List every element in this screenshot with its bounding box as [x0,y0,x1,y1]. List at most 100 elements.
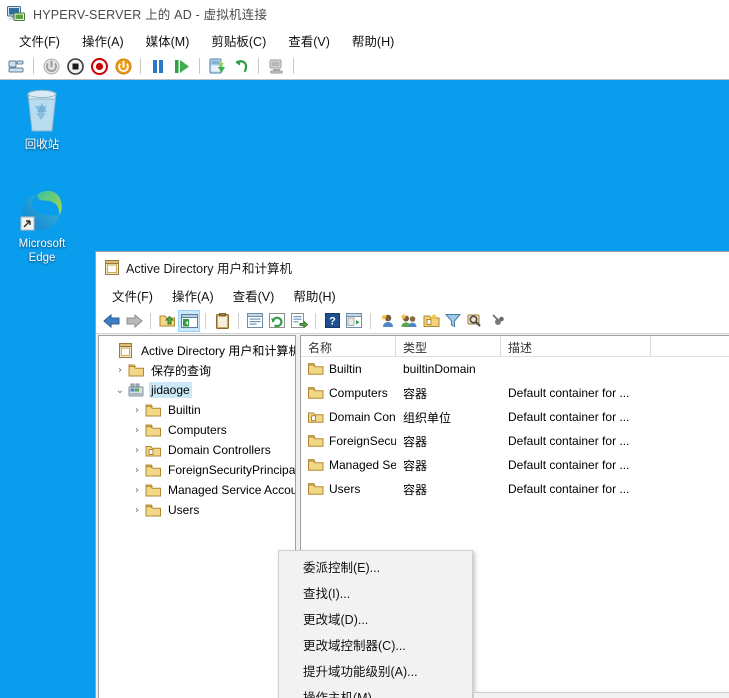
mmc-menu-help[interactable]: 帮助(H) [285,284,343,307]
column-header-name[interactable]: 名称 [301,336,396,356]
tree-expander[interactable]: › [129,405,145,416]
tree-expander[interactable]: › [129,505,145,516]
pause-icon[interactable] [146,55,170,78]
tree-item-saved-queries[interactable]: › 保存的查询 [102,360,295,380]
tree-expander[interactable]: ⌄ [112,385,128,396]
show-console-tree-icon[interactable] [343,310,365,332]
cell-type: 容器 [403,434,428,449]
table-row[interactable]: Domain Controllers 组织单位 Default containe… [301,405,729,429]
table-row[interactable]: Computers 容器 Default container for ... [301,381,729,405]
mmc-menu-file[interactable]: 文件(F) [104,284,161,307]
cell-type: 组织单位 [403,410,452,425]
cell-name: Domain Controllers [329,410,396,424]
desktop-icon-recycle-bin[interactable]: 回收站 [0,86,84,152]
folder-icon [145,403,162,418]
table-row[interactable]: Managed Service Accounts 容器 Default cont… [301,453,729,477]
ctx-delegate-control[interactable]: 委派控制(E)... [279,553,472,579]
export-list-icon[interactable] [288,310,310,332]
vm-menu-view[interactable]: 查看(V) [279,29,339,52]
tree-item-builtin[interactable]: › Builtin [102,400,295,420]
tree-item-computers[interactable]: › Computers [102,420,295,440]
mmc-menu-action[interactable]: 操作(A) [164,284,222,307]
cell-description: Default container for ... [508,410,630,424]
desktop-icon-microsoft-edge[interactable]: Microsoft Edge [0,185,84,265]
up-one-level-icon[interactable] [156,310,178,332]
column-header-description[interactable]: 描述 [501,336,651,356]
ctx-operations-masters[interactable]: 操作主机(M)... [279,683,472,698]
resume-icon[interactable] [170,55,194,78]
tree-item-label: Users [168,503,200,517]
tree-expander[interactable]: › [129,485,145,496]
tree-item-foreignsecurityprincipals[interactable]: › ForeignSecurityPrincipals [102,460,295,480]
tree-expander[interactable]: › [129,465,145,476]
ctx-change-domain[interactable]: 更改域(D)... [279,605,472,631]
turn-off-icon[interactable] [63,55,87,78]
properties-icon[interactable] [211,310,233,332]
tree-expander[interactable]: › [129,445,145,456]
cell-name: ForeignSecurityPrincipals [329,434,396,448]
vm-menu-file[interactable]: 文件(F) [10,29,69,52]
ctx-change-domain-controller[interactable]: 更改域控制器(C)... [279,631,472,657]
cell-description: Default container for ... [508,434,630,448]
tree-item-label: Managed Service Accounts [168,483,295,497]
ctx-raise-domain-functional-level[interactable]: 提升域功能级别(A)... [279,657,472,683]
ctx-find[interactable]: 查找(I)... [279,579,472,605]
tree-expander[interactable]: › [112,365,128,376]
ou-folder-icon [145,443,162,458]
save-state-icon[interactable] [111,55,135,78]
menu-item-label: 委派控制(E)... [303,560,381,575]
filter-icon[interactable] [442,310,464,332]
list-view-icon[interactable] [244,310,266,332]
revert-icon[interactable] [229,55,253,78]
cell-name: Builtin [329,362,362,376]
tree-item-label: 保存的查询 [151,363,212,378]
ou-folder-icon [308,410,324,424]
toolbar-separator [150,312,151,329]
vm-menu-help[interactable]: 帮助(H) [343,29,403,52]
desktop-icon-label-line1: Microsoft [18,238,66,250]
checkpoint-icon[interactable] [205,55,229,78]
new-ou-icon[interactable] [420,310,442,332]
vm-menu-clipboard[interactable]: 剪贴板(C) [202,29,275,52]
query-icon[interactable] [486,310,508,332]
console-root-icon [118,342,135,358]
column-header-type[interactable]: 类型 [396,336,501,356]
shutdown-icon[interactable] [87,55,111,78]
new-group-icon[interactable] [398,310,420,332]
tree-item-managed-service-accounts[interactable]: › Managed Service Accounts [102,480,295,500]
help-icon[interactable]: ? [321,310,343,332]
cell-description: Default container for ... [508,386,630,400]
svg-text:?: ? [329,316,336,328]
tree-item-label: Builtin [168,403,201,417]
tree-item-users[interactable]: › Users [102,500,295,520]
mmc-menu-view[interactable]: 查看(V) [225,284,283,307]
ctrl-alt-del-icon[interactable] [4,55,28,78]
tree-item-domain[interactable]: ⌄ jidaoge [102,380,295,400]
console-tree-pane: Active Directory 用户和计算机 › 保存的查询 ⌄ jidaog… [98,335,296,698]
vm-menu-action[interactable]: 操作(A) [73,29,133,52]
enhanced-session-icon [264,55,288,78]
domain-icon [128,383,145,398]
menu-item-label: 查找(I)... [303,586,351,601]
table-row[interactable]: Builtin builtinDomain [301,357,729,381]
table-row[interactable]: Users 容器 Default container for ... [301,477,729,501]
find-icon[interactable] [464,310,486,332]
show-hide-tree-icon[interactable] [178,309,200,332]
table-row[interactable]: ForeignSecurityPrincipals 容器 Default con… [301,429,729,453]
cell-name: Computers [329,386,388,400]
forward-icon[interactable] [123,310,145,332]
vm-menu-media[interactable]: 媒体(M) [137,29,199,52]
vmconnect-title: HYPERV-SERVER 上的 AD - 虚拟机连接 [33,8,268,22]
back-icon[interactable] [101,310,123,332]
tree-item-label: jidaoge [149,382,192,398]
refresh-icon[interactable] [266,310,288,332]
tree-item-root[interactable]: Active Directory 用户和计算机 [102,340,295,360]
tree-expander[interactable]: › [129,425,145,436]
start-icon[interactable] [39,55,63,78]
menu-item-label: 提升域功能级别(A)... [303,664,418,679]
new-user-icon[interactable] [376,310,398,332]
domain-context-menu: 委派控制(E)... 查找(I)... 更改域(D)... 更改域控制器(C).… [278,550,473,698]
console-tree: Active Directory 用户和计算机 › 保存的查询 ⌄ jidaog… [99,336,295,520]
folder-icon [308,482,324,496]
tree-item-domain-controllers[interactable]: › Domain Controllers [102,440,295,460]
